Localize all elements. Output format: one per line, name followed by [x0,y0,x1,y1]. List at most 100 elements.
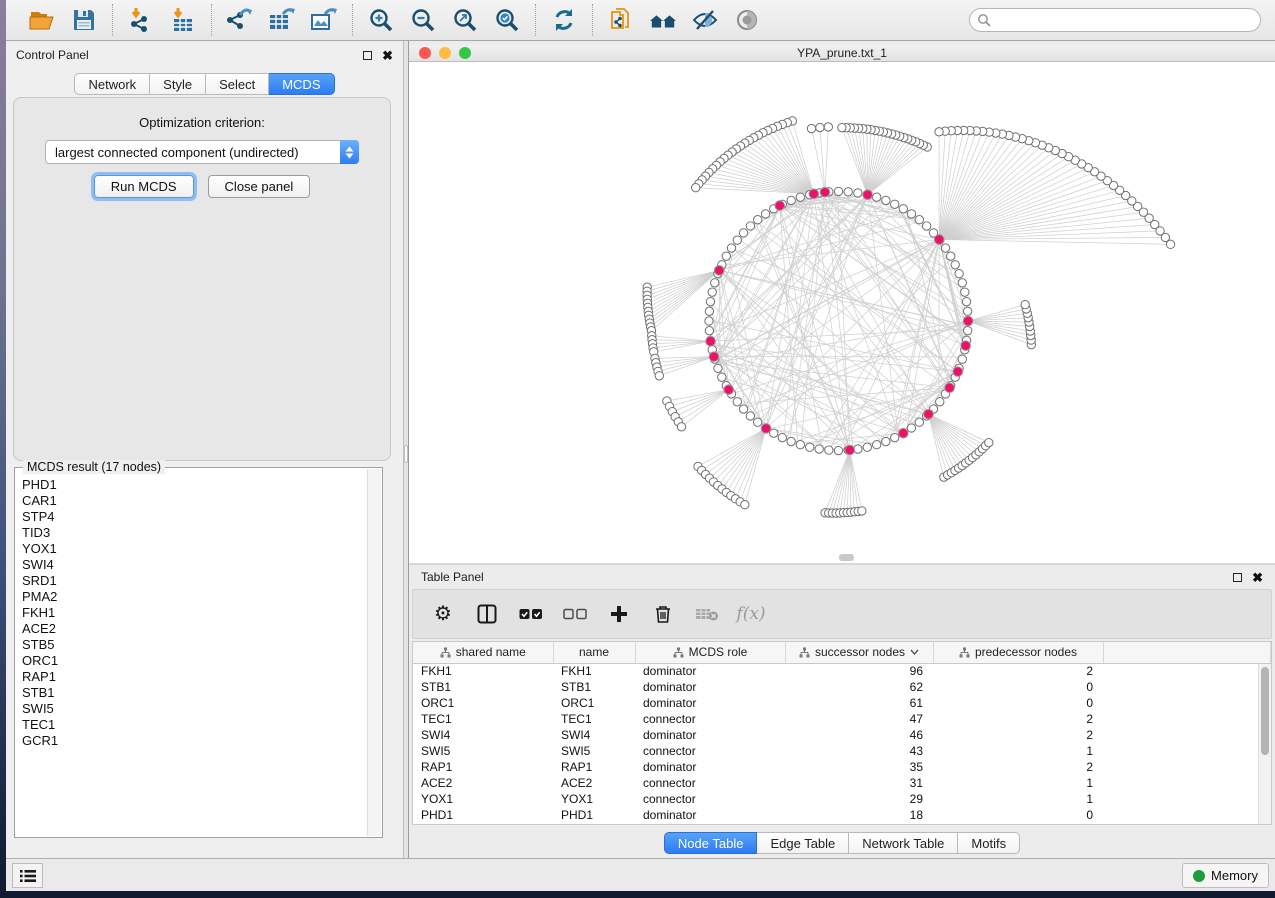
column-header-MCDS-role[interactable]: MCDS role [635,642,785,663]
table-row[interactable]: TEC1TEC1connector472 [413,711,1271,727]
network-hscrollbar[interactable] [839,554,854,561]
network-canvas[interactable] [409,62,1275,563]
clone-network-icon[interactable] [607,6,635,34]
table-row[interactable]: STB1STB1dominator620 [413,679,1271,695]
mcds-result-item[interactable]: PMA2 [22,589,367,605]
memory-button[interactable]: Memory [1182,863,1269,888]
search-container [969,8,1261,32]
open-session-icon[interactable] [28,6,56,34]
export-network-icon[interactable] [226,6,254,34]
column-header-predecessor-nodes[interactable]: predecessor nodes [933,642,1103,663]
table-row[interactable]: RAP1RAP1dominator352 [413,759,1271,775]
table-row[interactable]: ACE2ACE2connector311 [413,775,1271,791]
mcds-result-item[interactable]: FKH1 [22,605,367,621]
optimization-criterion-dropdown[interactable]: largest connected component (undirected) [45,140,359,164]
table-settings-icon[interactable]: ⚙ [431,602,455,626]
table-row[interactable]: FKH1FKH1dominator962 [413,663,1271,679]
float-panel-icon[interactable] [363,51,372,60]
mcds-result-item[interactable]: ACE2 [22,621,367,637]
first-neighbors-icon[interactable] [649,6,677,34]
float-table-panel-icon[interactable] [1233,573,1242,582]
tab-edge-table[interactable]: Edge Table [757,832,849,854]
zoom-selected-icon[interactable] [493,6,521,34]
close-panel-icon[interactable]: ✖ [382,49,393,62]
mcds-result-item[interactable]: STB5 [22,637,367,653]
mcds-result-item[interactable]: STB1 [22,685,367,701]
splitter-handle-icon[interactable] [404,445,408,463]
show-columns-icon[interactable] [475,602,499,626]
mcds-result-item[interactable]: ORC1 [22,653,367,669]
mcds-result-item[interactable]: TEC1 [22,717,367,733]
node-table-container: shared namenameMCDS rolesuccessor nodesp… [412,641,1272,825]
table-toolbar: ⚙ f(x) [412,589,1272,639]
show-panels-button[interactable] [12,863,43,888]
network-window-titlebar: YPA_prune.txt_1 [409,45,1275,62]
table-vscrollbar-thumb[interactable] [1261,667,1269,755]
column-header-shared-name[interactable]: shared name [413,642,553,663]
column-header-successor-nodes[interactable]: successor nodes [785,642,933,663]
optimization-criterion-label: Optimization criterion: [14,115,390,130]
layout-group [536,6,592,34]
network-graph[interactable] [409,62,1275,563]
run-mcds-button[interactable]: Run MCDS [94,175,194,198]
zoom-group [353,6,535,34]
mcds-list-scrollbar[interactable] [367,469,381,836]
mcds-result-item[interactable]: SRD1 [22,573,367,589]
mcds-result-list[interactable]: PHD1CAR1STP4TID3YOX1SWI4SRD1PMA2FKH1ACE2… [16,469,367,836]
tab-style[interactable]: Style [150,73,206,95]
table-row[interactable]: YOX1YOX1connector291 [413,791,1271,807]
search-input[interactable] [969,8,1261,32]
close-panel-button[interactable]: Close panel [208,175,311,198]
mcds-result-item[interactable]: PHD1 [22,477,367,493]
mcds-result-item[interactable]: RAP1 [22,669,367,685]
tab-network[interactable]: Network [74,73,150,95]
mcds-result-item[interactable]: SWI4 [22,557,367,573]
session-group [14,6,112,34]
tab-network-table[interactable]: Network Table [849,832,958,854]
export-table-icon[interactable] [268,6,296,34]
zoom-out-icon[interactable] [409,6,437,34]
import-group [113,6,211,34]
close-table-panel-icon[interactable]: ✖ [1252,571,1263,584]
mcds-result-item[interactable]: STP4 [22,509,367,525]
column-header-name[interactable]: name [553,642,635,663]
table-row[interactable]: PHD1PHD1dominator180 [413,807,1271,823]
table-row[interactable]: SWI5SWI5connector431 [413,743,1271,759]
import-network-icon[interactable] [127,6,155,34]
control-panel: Control Panel ✖ NetworkStyleSelectMCDS O… [6,41,403,858]
function-builder-icon: f(x) [739,602,763,626]
mcds-result-item[interactable]: GCR1 [22,733,367,749]
tab-node-table[interactable]: Node Table [664,832,758,854]
zoom-fit-icon[interactable] [451,6,479,34]
zoom-in-icon[interactable] [367,6,395,34]
control-panel-title: Control Panel [16,48,89,62]
tab-motifs[interactable]: Motifs [958,832,1020,854]
status-bar: Memory [6,858,1275,891]
save-session-icon[interactable] [70,6,98,34]
network-fan-edges [647,121,1170,513]
node-table: shared namenameMCDS rolesuccessor nodesp… [413,642,1271,823]
add-column-icon[interactable] [607,602,631,626]
table-vscrollbar[interactable] [1258,664,1271,824]
show-all-icon[interactable] [733,6,761,34]
mcds-result-item[interactable]: CAR1 [22,493,367,509]
apply-layout-icon[interactable] [550,6,578,34]
select-all-icon[interactable] [519,602,543,626]
tab-mcds[interactable]: MCDS [269,73,334,95]
export-group [212,6,352,34]
tab-select[interactable]: Select [206,73,269,95]
list-icon [19,869,37,883]
memory-label: Memory [1211,868,1258,883]
export-image-icon[interactable] [310,6,338,34]
delete-column-icon[interactable] [651,602,675,626]
mcds-result-item[interactable]: YOX1 [22,541,367,557]
mcds-result-group: MCDS result (17 nodes) PHD1CAR1STP4TID3Y… [14,467,383,838]
mcds-result-item[interactable]: SWI5 [22,701,367,717]
table-row[interactable]: ORC1ORC1dominator610 [413,695,1271,711]
import-table-icon[interactable] [169,6,197,34]
deselect-all-icon[interactable] [563,602,587,626]
main-toolbar [6,0,1275,41]
table-row[interactable]: SWI4SWI4dominator462 [413,727,1271,743]
mcds-result-item[interactable]: TID3 [22,525,367,541]
hide-selected-icon[interactable] [691,6,719,34]
